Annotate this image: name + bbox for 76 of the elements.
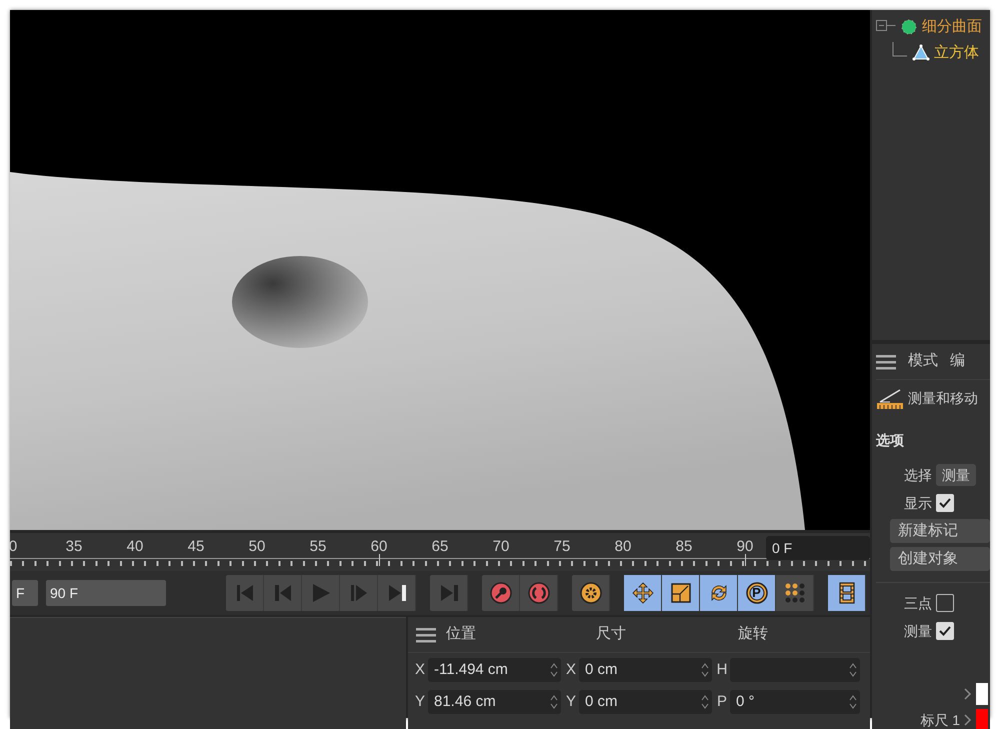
object-name[interactable]: 立方体 xyxy=(934,42,979,64)
object-name[interactable]: 细分曲面 xyxy=(922,16,982,38)
axis-label: Y xyxy=(414,692,426,712)
coordinate-field[interactable]: 0 ° xyxy=(730,690,860,714)
axis-label: P xyxy=(716,692,728,712)
checkmark-icon xyxy=(939,626,951,636)
end-frame-field[interactable]: 90 F xyxy=(46,580,166,606)
ring-icon xyxy=(746,582,768,604)
section-title: 选项 xyxy=(876,431,904,450)
key-icon xyxy=(490,582,512,604)
select-dropdown[interactable]: 测量 xyxy=(936,464,976,486)
film-button[interactable] xyxy=(828,575,866,611)
checkbox[interactable] xyxy=(936,494,954,512)
scale-button[interactable] xyxy=(662,575,700,611)
tree-branch-icon xyxy=(892,42,908,57)
menu-item[interactable]: 模式 xyxy=(908,350,938,373)
frame-number: 70 xyxy=(492,537,510,557)
3d-viewport[interactable] xyxy=(10,10,870,530)
option-label: 三点 xyxy=(904,594,932,612)
frame-number: 80 xyxy=(614,537,632,557)
frame-number: 85 xyxy=(674,537,694,557)
column-heading: 尺寸 xyxy=(596,624,627,644)
spinner-icon xyxy=(849,663,857,678)
coordinate-field[interactable]: 0 cm xyxy=(579,690,712,714)
dot-grid-icon xyxy=(784,582,806,604)
frame-number: 90 xyxy=(736,537,754,557)
menu-icon xyxy=(876,354,896,370)
autokey-icon xyxy=(528,582,550,604)
coordinate-field[interactable]: 0 cm xyxy=(579,658,712,682)
triangle-icon xyxy=(911,43,931,63)
frame-number: 60 xyxy=(370,537,388,557)
frame-number: 55 xyxy=(308,537,328,557)
action-button[interactable]: 新建标记 xyxy=(890,519,990,543)
coordinate-field[interactable] xyxy=(730,658,860,682)
frame-number: 65 xyxy=(430,537,450,557)
axis-label: H xyxy=(716,660,728,680)
spinner-icon xyxy=(701,663,709,678)
checkmark-icon xyxy=(939,498,951,508)
coordinate-field[interactable]: -11.494 cm xyxy=(428,658,561,682)
spinner-icon xyxy=(701,695,709,710)
move-button[interactable] xyxy=(624,575,662,611)
menu-item[interactable]: 编 xyxy=(950,350,965,373)
sphere-icon xyxy=(899,17,919,37)
chevron-icon xyxy=(964,714,972,726)
parameter-button[interactable]: P xyxy=(738,575,776,611)
frame-number: 50 xyxy=(248,537,266,557)
option-label: 显示 xyxy=(904,494,932,512)
column-heading: 旋转 xyxy=(738,624,769,644)
current-frame-field[interactable]: 0 F xyxy=(766,536,870,560)
coordinate-field[interactable]: 81.46 cm xyxy=(428,690,561,714)
frame-number: 75 xyxy=(552,537,572,557)
move-arrows-icon xyxy=(632,582,654,604)
chevron-icon xyxy=(964,688,972,700)
axis-label: X xyxy=(414,660,426,680)
action-button[interactable]: 创建对象 xyxy=(890,547,990,571)
rotate-button[interactable] xyxy=(700,575,738,611)
measure-label: 标尺 1 xyxy=(920,710,960,729)
checkbox[interactable] xyxy=(936,622,954,640)
start-frame-field[interactable]: F xyxy=(12,580,38,606)
scale-icon xyxy=(670,582,692,604)
menu-icon xyxy=(416,626,436,642)
axis-label: Y xyxy=(564,692,577,712)
frame-number: 40 xyxy=(126,537,144,557)
axis-label: X xyxy=(564,660,577,680)
frame-number: 45 xyxy=(186,537,206,557)
option-label: 测量 xyxy=(904,622,932,640)
option-label: 选择 xyxy=(904,466,932,484)
column-heading: 位置 xyxy=(446,624,477,644)
tool-title: 测量和移动 xyxy=(908,388,978,408)
spinner-icon xyxy=(849,695,857,710)
spinner-icon xyxy=(550,695,558,710)
gear-icon xyxy=(580,582,602,604)
spinner-icon xyxy=(550,663,558,678)
frame-number: 35 xyxy=(64,537,84,557)
checkbox[interactable] xyxy=(936,594,954,612)
collapse-box-icon xyxy=(876,20,896,34)
